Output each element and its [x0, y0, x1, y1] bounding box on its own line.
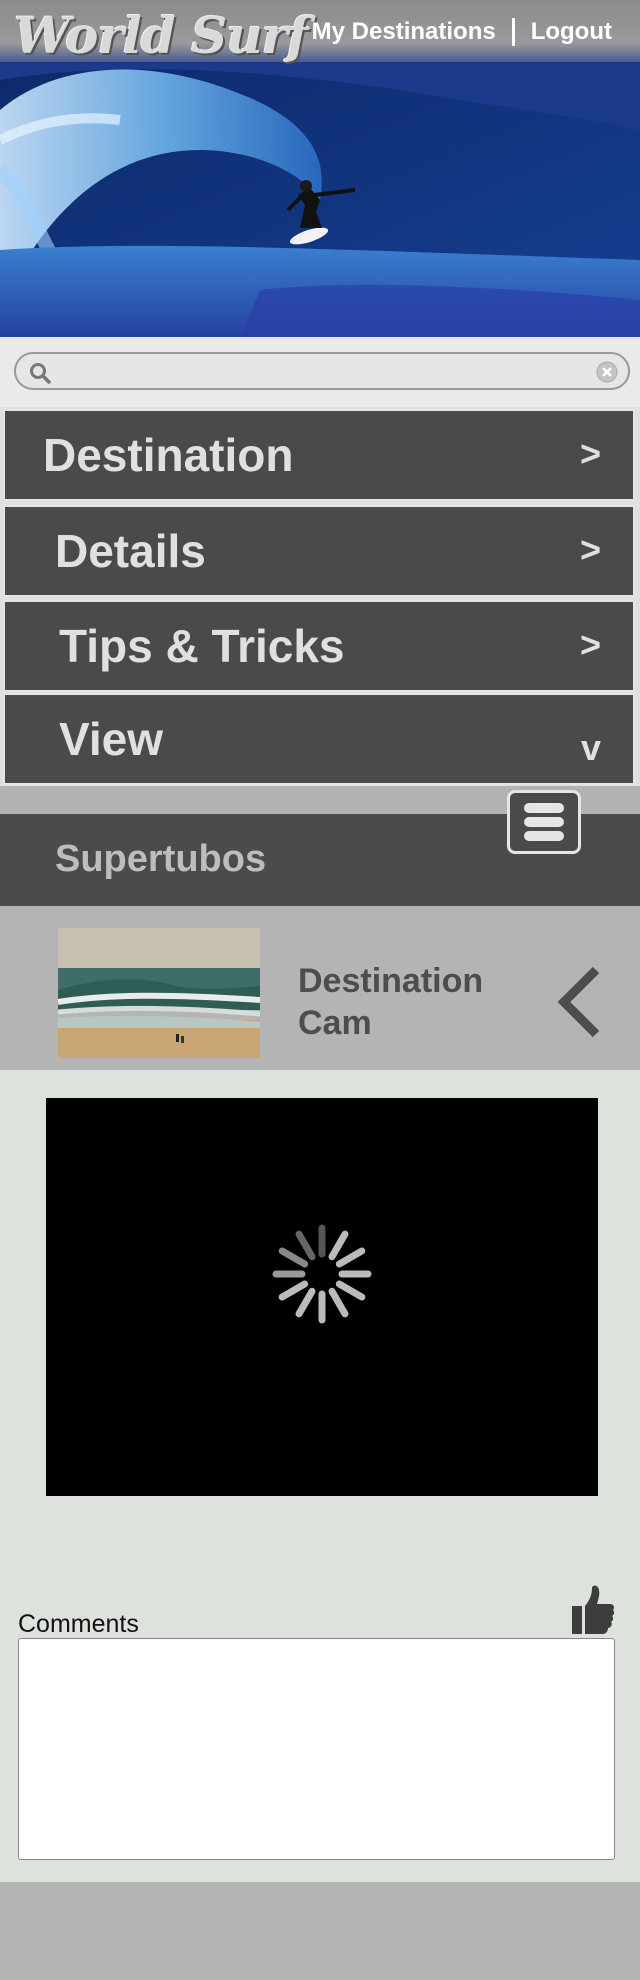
comments-textarea[interactable] [18, 1638, 615, 1860]
nav-divider [511, 18, 515, 46]
loading-spinner-icon [272, 1224, 372, 1324]
menu-item-destination[interactable]: Destination > [3, 409, 635, 501]
menu-item-label: Tips & Tricks [59, 620, 345, 672]
logo[interactable]: World Surf [14, 8, 308, 64]
chevron-right-icon: > [579, 433, 601, 474]
hamburger-line [524, 803, 564, 813]
search-section [0, 337, 640, 407]
hero-banner: World Surf My Destinations Logout [0, 0, 640, 337]
cam-row[interactable]: Destination Cam [0, 906, 640, 1070]
top-bar: World Surf My Destinations Logout [0, 0, 640, 64]
menu-item-details[interactable]: Details > [3, 505, 635, 597]
cam-thumbnail[interactable] [58, 928, 260, 1058]
menu-item-view[interactable]: View v [3, 693, 635, 785]
my-destinations-link[interactable]: My Destinations [312, 18, 496, 46]
clear-icon[interactable] [596, 361, 618, 383]
comments-label: Comments [18, 1610, 139, 1638]
logout-link[interactable]: Logout [531, 18, 612, 46]
hamburger-line [524, 817, 564, 827]
spot-title: Supertubos [55, 838, 267, 880]
chevron-right-icon: > [579, 529, 601, 570]
chevron-right-icon: > [579, 624, 601, 665]
search-input[interactable] [60, 358, 580, 386]
top-nav: My Destinations Logout [312, 18, 612, 46]
search-icon [30, 363, 51, 384]
menu-item-label: Destination [43, 429, 294, 481]
hamburger-icon[interactable] [507, 790, 581, 854]
chevron-down-icon: v [580, 727, 601, 768]
chevron-left-icon[interactable] [556, 966, 602, 1038]
menu-item-tips[interactable]: Tips & Tricks > [3, 600, 635, 692]
cam-label[interactable]: Destination Cam [298, 960, 498, 1044]
thumbs-up-icon[interactable] [568, 1584, 616, 1636]
footer [0, 1882, 640, 1980]
search-bar [14, 352, 630, 390]
menu-item-label: Details [55, 525, 206, 577]
beach-image [58, 928, 260, 1058]
hamburger-line [524, 831, 564, 841]
menu-item-label: View [59, 713, 163, 765]
video-player[interactable] [46, 1098, 598, 1496]
